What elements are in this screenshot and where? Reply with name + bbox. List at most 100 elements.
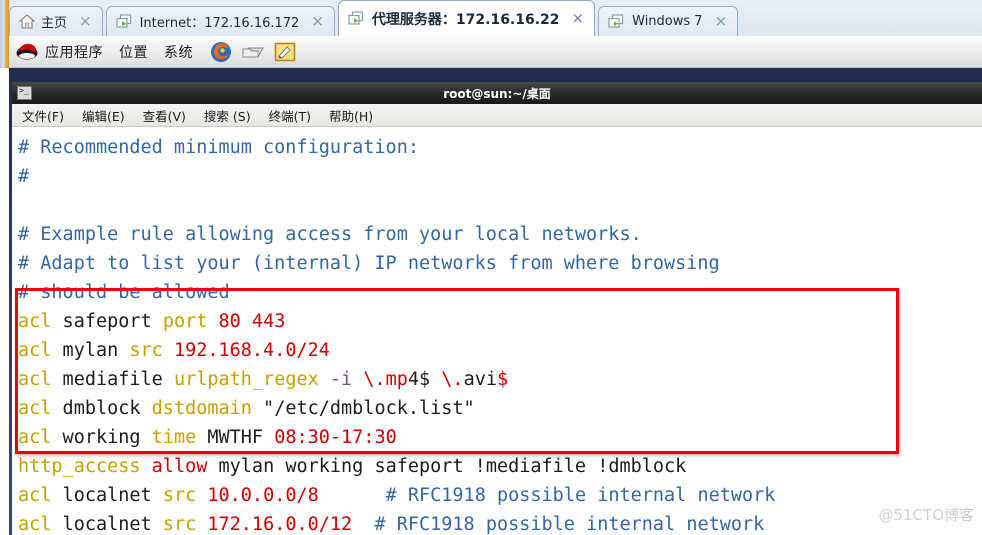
terminal-text-segment: $ (497, 369, 509, 390)
terminal-text-segment: 172.16.0.0/12 (207, 514, 353, 535)
terminal-text-segment: # (18, 166, 30, 187)
tab-windows7[interactable]: Windows 7 × (598, 6, 739, 36)
terminal-line: # Adapt to list your (internal) IP netwo… (18, 249, 982, 278)
terminal-line: acl mediafile urlpath_regex -i \.mp4$ \.… (18, 365, 982, 394)
menu-view[interactable]: 查看(V) (143, 106, 186, 125)
firefox-icon[interactable] (209, 40, 233, 64)
terminal-text-segment: port (162, 311, 208, 332)
terminal-text-segment: # RFC1918 possible internal network (374, 514, 765, 535)
tab-home[interactable]: 主页 × (9, 6, 103, 36)
terminal-line: # should be allowed (18, 278, 982, 307)
terminal-titlebar[interactable]: root@sun:~/桌面 (12, 82, 982, 104)
terminal-text-segment: dstdomain (151, 398, 252, 419)
terminal-text-segment: "/etc/dmblock.list" (251, 398, 475, 419)
home-icon (19, 14, 35, 29)
terminal-text-segment: acl (18, 340, 52, 361)
terminal-text-segment: 4$ (407, 369, 431, 390)
terminal-line-list: # Recommended minimum configuration: # # … (18, 133, 982, 535)
terminal-text-segment: 08:30-17:30 (274, 427, 397, 448)
terminal-text-segment: -i (329, 369, 353, 390)
redhat-logo-icon[interactable] (15, 40, 39, 64)
terminal-text-segment: acl (18, 369, 52, 390)
remote-window-icon (348, 10, 366, 27)
terminal-text-segment: acl (18, 398, 52, 419)
file-manager-icon[interactable] (241, 40, 265, 64)
terminal-text-segment: \.mp (363, 369, 408, 390)
terminal-text-segment: \. (441, 369, 464, 390)
terminal-text-segment: src (162, 514, 197, 535)
tab-label: Internet：172.16.16.172 (139, 16, 300, 31)
menu-search[interactable]: 搜索 (S) (204, 106, 251, 125)
tab-proxy-server[interactable]: 代理服务器：172.16.16.22 × (337, 0, 596, 36)
tab-label: 代理服务器：172.16.16.22 (371, 11, 560, 28)
close-icon[interactable]: × (570, 11, 587, 26)
remote-window-icon (608, 13, 626, 30)
terminal-text-segment: localnet (51, 485, 163, 506)
terminal-line: acl mylan src 192.168.4.0/24 (18, 336, 982, 365)
menu-help[interactable]: 帮助(H) (329, 106, 373, 125)
terminal-text-segment: acl (18, 311, 52, 332)
terminal-window: root@sun:~/桌面 文件(F) 编辑(E) 查看(V) 搜索 (S) 终… (12, 82, 982, 535)
terminal-text-segment: src (162, 485, 197, 506)
tab-strip: 主页 × Internet：172.16.16.172 × 代理服务器：172.… (9, 0, 982, 36)
panel-menu-system[interactable]: 系统 (164, 42, 193, 62)
terminal-text-segment: # Example rule allowing access from your… (18, 224, 642, 245)
screen: 主页 × Internet：172.16.16.172 × 代理服务器：172.… (0, 0, 982, 535)
terminal-text-segment: http_access (18, 456, 141, 477)
watermark: @51CTO博客 (878, 506, 974, 524)
menu-terminal[interactable]: 终端(T) (269, 106, 311, 125)
terminal-text-segment: avi (463, 369, 497, 390)
terminal-text-segment: time (151, 427, 197, 448)
menu-file[interactable]: 文件(F) (22, 106, 64, 125)
terminal-text-segment: src (129, 340, 163, 361)
terminal-line: acl safeport port 80 443 (18, 307, 982, 336)
terminal-title: root@sun:~/桌面 (443, 86, 551, 101)
gnome-panel: 应用程序 位置 系统 (9, 36, 982, 68)
terminal-text-segment: localnet (51, 514, 163, 535)
text-editor-icon[interactable] (273, 40, 297, 64)
terminal-text-segment: # Adapt to list your (internal) IP netwo… (18, 253, 720, 274)
terminal-text-segment: mylan (51, 340, 130, 361)
terminal-text-segment: 192.168.4.0/24 (173, 340, 330, 361)
terminal-line: # (18, 162, 982, 191)
terminal-text-segment: # should be allowed (18, 282, 230, 303)
menu-edit[interactable]: 编辑(E) (82, 106, 125, 125)
tab-internet[interactable]: Internet：172.16.16.172 × (105, 6, 335, 36)
terminal-text-segment: acl (18, 514, 52, 535)
panel-menu-places[interactable]: 位置 (119, 42, 148, 62)
panel-menu-applications[interactable]: 应用程序 (45, 42, 103, 62)
terminal-text-segment: # RFC1918 possible internal network (385, 485, 776, 506)
terminal-text-segment: urlpath_regex (173, 369, 319, 390)
terminal-text-segment: allow (151, 456, 208, 477)
remote-window-icon (115, 13, 134, 30)
terminal-text-segment: mylan working safeport !mediafile !dmblo… (207, 456, 687, 477)
terminal-text-segment: acl (18, 485, 52, 506)
close-icon[interactable]: × (713, 14, 730, 29)
window-left-strip (0, 0, 9, 68)
close-icon[interactable]: × (77, 14, 94, 29)
terminal-text-segment: dmblock (51, 398, 152, 419)
terminal-line: acl working time MWTHF 08:30-17:30 (18, 423, 982, 452)
terminal-text-segment: MWTHF (196, 427, 275, 448)
browser-chrome: 主页 × Internet：172.16.16.172 × 代理服务器：172.… (0, 0, 982, 68)
tab-label: Windows 7 (632, 14, 703, 29)
terminal-output[interactable]: # Recommended minimum configuration: # # … (12, 127, 982, 535)
terminal-text-segment: acl (18, 427, 52, 448)
terminal-line: # Example rule allowing access from your… (18, 220, 982, 249)
terminal-line: acl dmblock dstdomain "/etc/dmblock.list… (18, 394, 982, 423)
terminal-line: http_access allow mylan working safeport… (18, 452, 982, 481)
close-icon[interactable]: × (309, 14, 326, 29)
terminal-line: acl localnet src 10.0.0.0/8 # RFC1918 po… (18, 481, 982, 510)
terminal-menubar: 文件(F) 编辑(E) 查看(V) 搜索 (S) 终端(T) 帮助(H) (12, 104, 982, 127)
remote-desktop: root@sun:~/桌面 文件(F) 编辑(E) 查看(V) 搜索 (S) 终… (9, 68, 982, 535)
